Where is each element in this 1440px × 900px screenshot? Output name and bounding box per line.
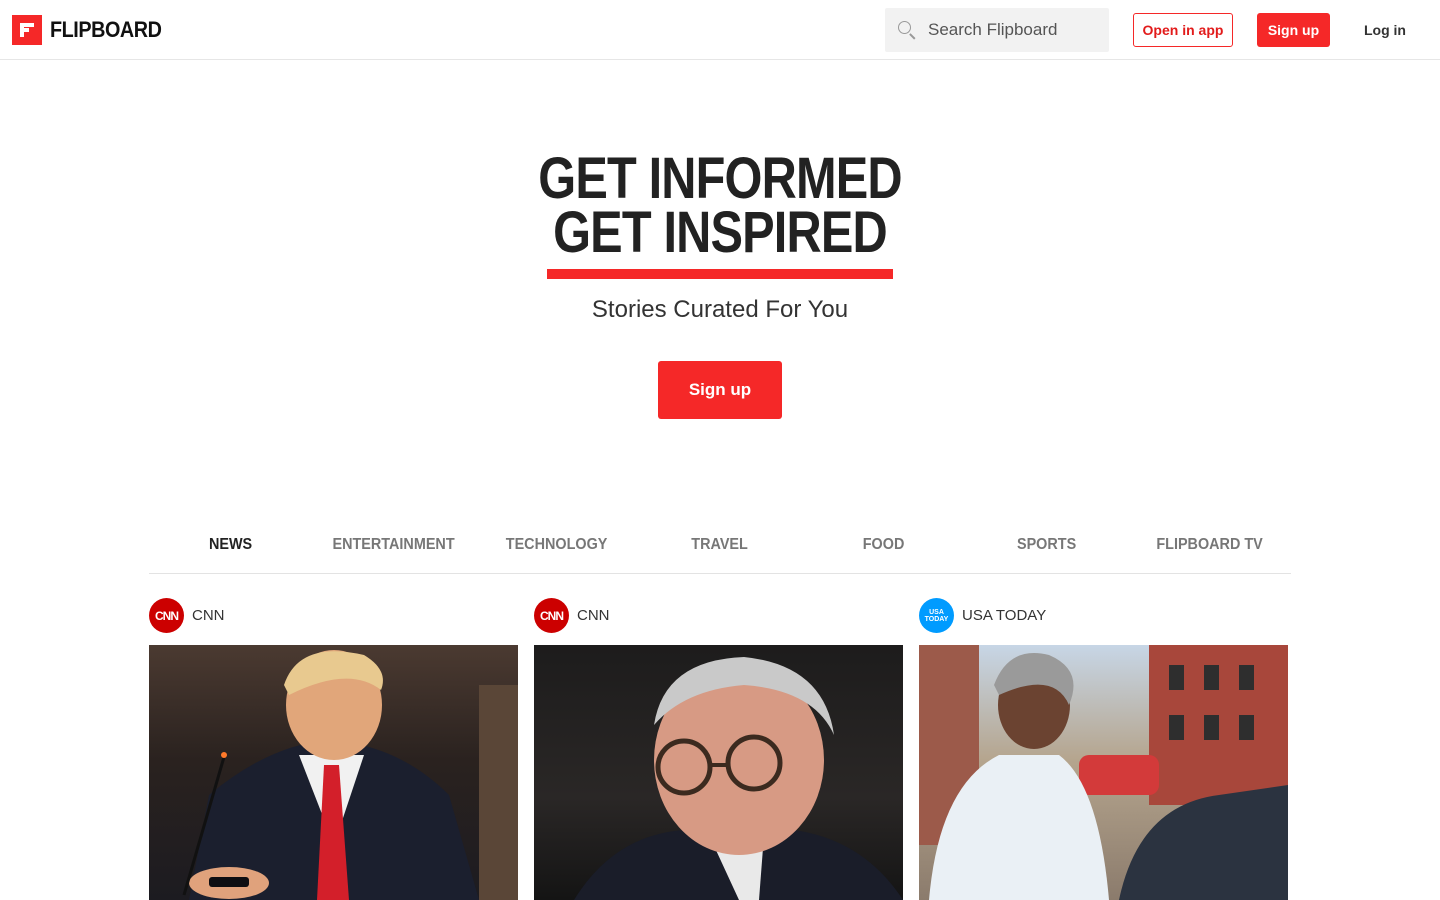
- site-header: FLIPBOARD Open in app Sign up Log in: [0, 0, 1440, 60]
- source-name[interactable]: USA TODAY: [962, 607, 1046, 624]
- tab-entertainment[interactable]: ENTERTAINMENT: [320, 518, 467, 573]
- hero-sign-up-button[interactable]: Sign up: [658, 361, 782, 419]
- flipboard-logo-icon: [12, 15, 42, 45]
- log-in-button[interactable]: Log in: [1356, 13, 1414, 47]
- story-card[interactable]: USA TODAY USA TODAY: [919, 597, 1288, 900]
- story-photo-illustration: [182, 650, 518, 900]
- story-source[interactable]: CNN CNN: [149, 597, 518, 634]
- tab-food[interactable]: FOOD: [810, 518, 957, 573]
- tab-travel[interactable]: TRAVEL: [647, 518, 794, 573]
- tab-technology[interactable]: TECHNOLOGY: [483, 518, 630, 573]
- tab-news[interactable]: NEWS: [157, 518, 304, 573]
- usa-today-logo-icon: USA TODAY: [919, 598, 954, 633]
- story-source[interactable]: USA TODAY USA TODAY: [919, 597, 1288, 634]
- story-photo-illustration: [919, 645, 1288, 900]
- story-cards: CNN CNN CNN CNN USA TODAY USA TODAY: [149, 597, 1291, 900]
- story-image[interactable]: [534, 645, 903, 900]
- topic-tabs: NEWS ENTERTAINMENT TECHNOLOGY TRAVEL FOO…: [149, 518, 1291, 574]
- search-input[interactable]: [928, 20, 1098, 40]
- open-in-app-button[interactable]: Open in app: [1133, 13, 1233, 47]
- tab-sports[interactable]: SPORTS: [973, 518, 1120, 573]
- story-image[interactable]: [919, 645, 1288, 900]
- cnn-logo-icon: CNN: [149, 598, 184, 633]
- story-source[interactable]: CNN CNN: [534, 597, 903, 634]
- story-image[interactable]: [149, 645, 518, 900]
- story-card[interactable]: CNN CNN: [149, 597, 518, 900]
- brand-name: FLIPBOARD: [50, 17, 162, 42]
- headline-underline: [547, 269, 893, 279]
- cnn-logo-icon: CNN: [534, 598, 569, 633]
- flipboard-logo[interactable]: FLIPBOARD: [12, 15, 174, 45]
- source-name[interactable]: CNN: [577, 607, 610, 624]
- sign-up-button[interactable]: Sign up: [1257, 13, 1330, 47]
- headline-line-2: GET INSPIRED: [553, 200, 888, 265]
- source-name[interactable]: CNN: [192, 607, 225, 624]
- headline-line-1: GET INFORMED: [538, 146, 902, 211]
- story-card[interactable]: CNN CNN: [534, 597, 903, 900]
- story-photo-illustration: [574, 657, 903, 900]
- search-box[interactable]: [885, 8, 1109, 52]
- hero-subtitle: Stories Curated For You: [591, 296, 849, 323]
- tab-flipboard-tv[interactable]: FLIPBOARD TV: [1136, 518, 1283, 573]
- search-icon: [897, 20, 917, 40]
